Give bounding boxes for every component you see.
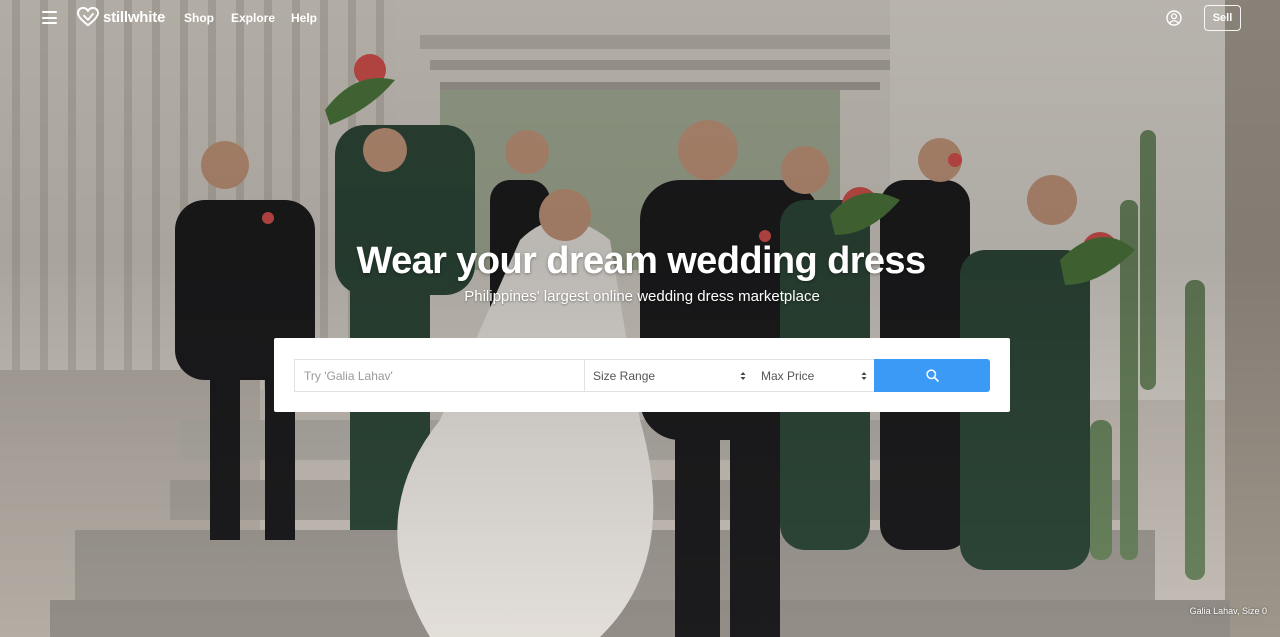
hero-subheadline: Philippines' largest online wedding dres… (464, 288, 820, 305)
hero-photo (0, 0, 1280, 637)
nav-help-link[interactable]: Help (291, 11, 317, 25)
select-caret-icon (740, 372, 746, 380)
account-icon[interactable] (1166, 10, 1182, 26)
nav-explore-link[interactable]: Explore (231, 11, 275, 25)
photo-caption: Galia Lahav, Size 0 (1189, 606, 1267, 616)
sell-button[interactable]: Sell (1204, 5, 1241, 31)
size-range-select[interactable]: Size Range (584, 359, 754, 392)
search-input[interactable] (294, 359, 585, 392)
max-price-select[interactable]: Max Price (753, 359, 875, 392)
search-panel: Size Range Max Price (274, 338, 1010, 412)
hero-headline: Wear your dream wedding dress (356, 240, 927, 282)
size-range-label: Size Range (593, 368, 656, 383)
search-button[interactable] (874, 359, 990, 392)
heart-logo-icon (77, 7, 99, 27)
search-icon (925, 369, 939, 382)
logo-text: stillwhite (103, 8, 166, 26)
select-caret-icon (861, 372, 867, 380)
top-nav: stillwhite Shop Explore Help Sell (0, 0, 1280, 36)
nav-shop-link[interactable]: Shop (184, 11, 214, 25)
max-price-label: Max Price (761, 368, 815, 383)
menu-icon[interactable] (42, 11, 57, 24)
logo[interactable]: stillwhite (77, 7, 165, 27)
hero-overlay (0, 0, 1280, 637)
